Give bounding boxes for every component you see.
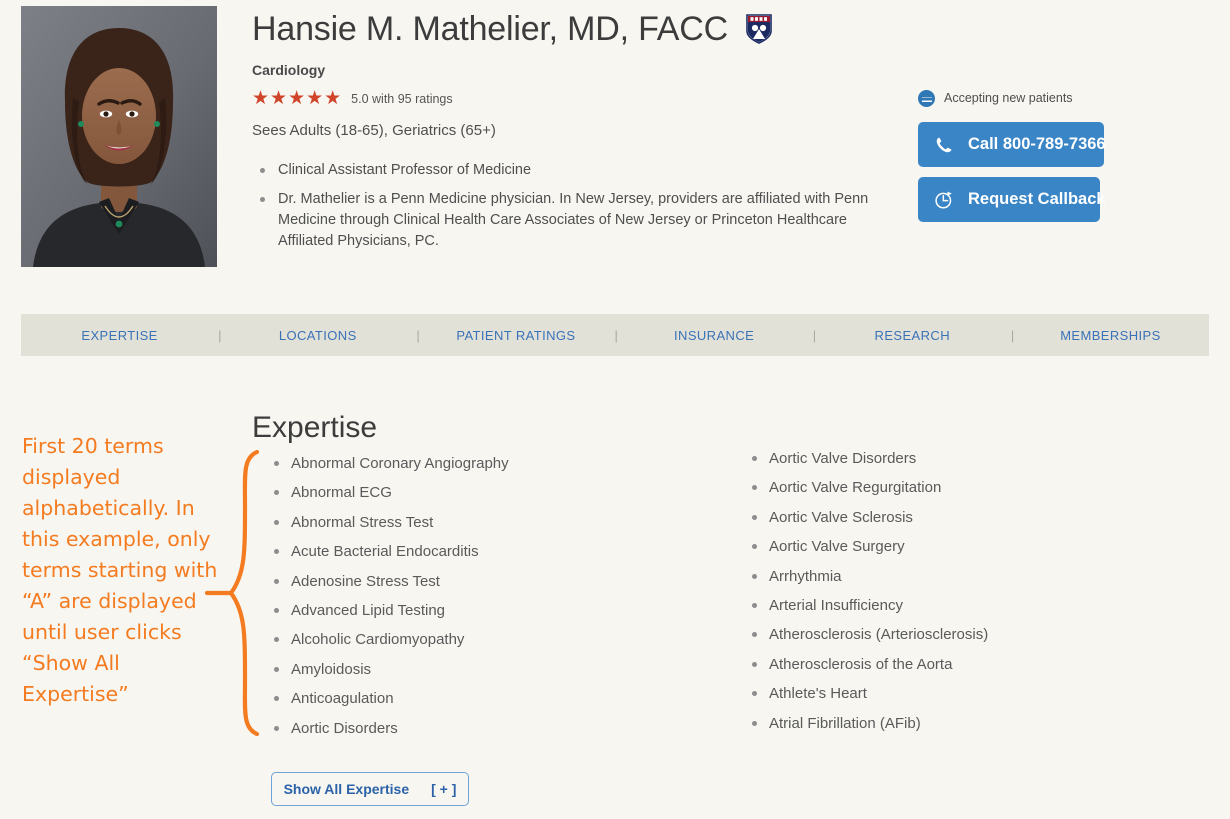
doctor-photo	[21, 6, 217, 267]
calendar-icon	[918, 89, 935, 107]
request-callback-button[interactable]: Request Callback	[918, 177, 1106, 222]
expertise-item: Atrial Fibrillation (AFib)	[740, 713, 1190, 742]
expertise-list-left: Abnormal Coronary Angiography Abnormal E…	[262, 453, 712, 747]
expertise-item: Advanced Lipid Testing	[262, 600, 712, 629]
expertise-item: Acute Bacterial Endocarditis	[262, 541, 712, 570]
tab-patient-ratings[interactable]: PATIENT RATINGS	[417, 328, 614, 343]
expertise-item: Anticoagulation	[262, 688, 712, 717]
contact-actions: Accepting new patients Call 800-789-7366…	[918, 88, 1158, 222]
age-groups-seen: Sees Adults (18-65), Geriatrics (65+)	[252, 122, 496, 139]
expertise-item: Aortic Disorders	[262, 718, 712, 747]
expertise-item: Athlete's Heart	[740, 683, 1190, 712]
expertise-item: Aortic Valve Disorders	[740, 448, 1190, 477]
expertise-item: Aortic Valve Sclerosis	[740, 507, 1190, 536]
request-callback-button-label: Request Callback	[968, 190, 1106, 208]
expertise-item: Aortic Valve Regurgitation	[740, 477, 1190, 506]
doctor-name: Hansie M. Mathelier, MD, FACC	[252, 10, 728, 48]
accepting-new-patients-label: Accepting new patients	[944, 91, 1073, 105]
page-title: Hansie M. Mathelier, MD, FACC	[252, 8, 912, 54]
expertise-item: Arrhythmia	[740, 566, 1190, 595]
expertise-list-right: Aortic Valve Disorders Aortic Valve Regu…	[740, 448, 1190, 742]
expertise-item: Abnormal ECG	[262, 482, 712, 511]
penn-medicine-shield-icon	[746, 12, 773, 54]
section-tabbar: EXPERTISE | LOCATIONS | PATIENT RATINGS …	[21, 314, 1209, 356]
doctor-header: Hansie M. Mathelier, MD, FACC Cardiology	[0, 0, 1230, 300]
expertise-item: Adenosine Stress Test	[262, 571, 712, 600]
expertise-item: Atherosclerosis of the Aorta	[740, 654, 1190, 683]
doctor-specialty: Cardiology	[252, 62, 326, 78]
rating-row: ★★★★★ 5.0 with 95 ratings	[252, 88, 912, 109]
tab-research[interactable]: RESEARCH	[814, 328, 1011, 343]
curly-brace-icon	[204, 448, 261, 738]
doctor-bio-list: Clinical Assistant Professor of Medicine…	[252, 160, 902, 260]
list-item: Dr. Mathelier is a Penn Medicine physici…	[252, 189, 902, 252]
expertise-item: Abnormal Coronary Angiography	[262, 453, 712, 482]
tab-expertise[interactable]: EXPERTISE	[21, 328, 218, 343]
expertise-item: Aortic Valve Surgery	[740, 536, 1190, 565]
plus-icon: [ + ]	[431, 781, 457, 797]
expertise-heading: Expertise	[252, 410, 378, 444]
call-button[interactable]: Call 800-789-7366	[918, 122, 1106, 167]
show-all-expertise-label: Show All Expertise	[283, 781, 410, 797]
doctor-identity: Hansie M. Mathelier, MD, FACC Cardiology	[252, 8, 912, 139]
phone-callback-icon	[934, 190, 954, 210]
tab-locations[interactable]: LOCATIONS	[219, 328, 416, 343]
expertise-item: Alcoholic Cardiomyopathy	[262, 629, 712, 658]
expertise-item: Amyloidosis	[262, 659, 712, 688]
show-all-expertise-button[interactable]: Show All Expertise [ + ]	[271, 772, 469, 806]
expertise-item: Atherosclerosis (Arteriosclerosis)	[740, 624, 1190, 653]
rating-summary: 5.0 with 95 ratings	[351, 92, 453, 106]
list-item: Clinical Assistant Professor of Medicine	[252, 160, 902, 181]
phone-icon	[934, 135, 954, 155]
call-button-label: Call 800-789-7366	[968, 135, 1106, 153]
annotation-text: First 20 terms displayed alphabetically.…	[22, 434, 218, 706]
star-rating-icon: ★★★★★	[252, 88, 343, 109]
tab-insurance[interactable]: INSURANCE	[616, 328, 813, 343]
tab-memberships[interactable]: MEMBERSHIPS	[1012, 328, 1209, 343]
expertise-item: Abnormal Stress Test	[262, 512, 712, 541]
expertise-item: Arterial Insufficiency	[740, 595, 1190, 624]
accepting-new-patients-status: Accepting new patients	[918, 88, 1158, 108]
